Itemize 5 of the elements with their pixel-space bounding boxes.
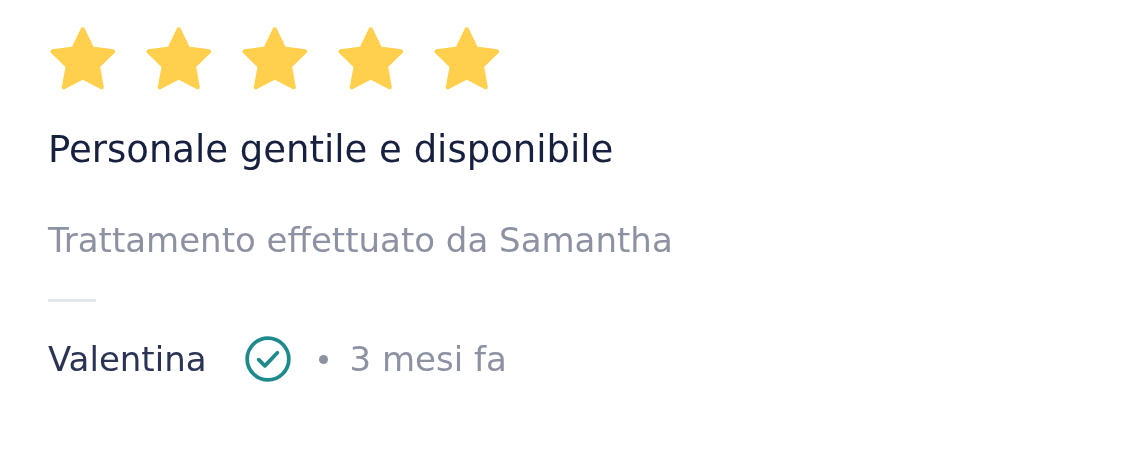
review-title: Personale gentile e disponibile — [48, 128, 615, 173]
separator-dot — [318, 354, 328, 364]
treatment-note: Trattamento effettuato da Samantha — [48, 220, 674, 262]
review-time: 3 mesi fa — [349, 339, 507, 380]
author-name: Valentina — [48, 339, 207, 380]
